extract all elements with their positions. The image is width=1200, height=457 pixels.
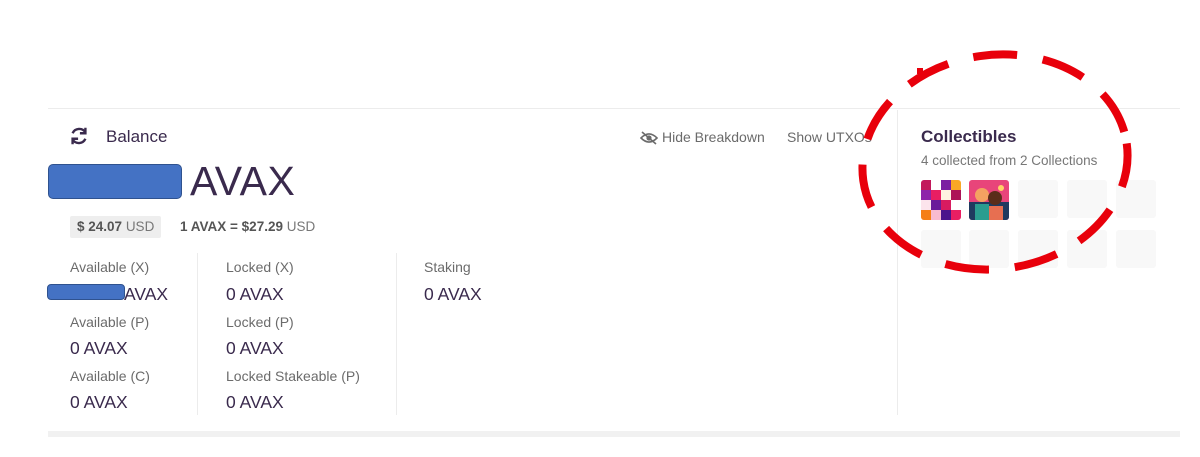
redacted-available-x (47, 284, 125, 300)
collectible-thumbnail[interactable] (921, 180, 961, 220)
locked-x-label: Locked (X) (226, 259, 294, 275)
exchange-rate-left: 1 AVAX = (180, 219, 238, 234)
exchange-rate-unit: USD (286, 219, 316, 234)
exchange-rate-value: $27.29 (241, 219, 283, 234)
exchange-rate: 1 AVAX = $27.29 USD (180, 219, 315, 234)
empty-collectible-slot (1067, 180, 1107, 218)
staking-value: 0 AVAX (424, 284, 482, 304)
portrait-art-icon (969, 180, 1009, 220)
empty-collectible-slot (1116, 230, 1156, 268)
geometric-art-icon (921, 180, 961, 220)
redacted-balance-amount (48, 164, 182, 199)
staking-label: Staking (424, 259, 471, 275)
empty-collectible-slot (1116, 180, 1156, 218)
usd-balance-badge: $ 24.07 USD (70, 216, 162, 238)
refresh-icon[interactable] (68, 125, 90, 147)
locked-p-label: Locked (P) (226, 314, 294, 330)
hide-breakdown-button[interactable]: Hide Breakdown (640, 129, 765, 145)
locked-stakeable-value: 0 AVAX (226, 392, 284, 412)
empty-collectible-slot (969, 230, 1009, 268)
show-utxos-button[interactable]: Show UTXOs (787, 129, 872, 145)
collectibles-divider (897, 110, 898, 415)
available-p-label: Available (P) (70, 314, 150, 330)
eye-slash-icon (640, 131, 658, 145)
empty-collectible-slot (1067, 230, 1107, 268)
available-x-label: Available (X) (70, 259, 150, 275)
available-p-value: 0 AVAX (70, 338, 128, 358)
column-divider (197, 253, 198, 415)
hide-breakdown-label: Hide Breakdown (662, 129, 765, 145)
available-c-label: Available (C) (70, 368, 150, 384)
collectibles-subtitle: 4 collected from 2 Collections (921, 153, 1098, 168)
usd-balance-value: $ 24.07 (77, 219, 123, 234)
collectible-thumbnail[interactable] (969, 180, 1009, 220)
available-c-value: 0 AVAX (70, 392, 128, 412)
available-x-value: AVAX (124, 284, 169, 304)
balance-label: Balance (106, 127, 168, 146)
column-divider (396, 253, 397, 415)
balance-unit: AVAX (190, 158, 296, 204)
empty-collectible-slot (921, 230, 961, 268)
usd-balance-unit: USD (125, 219, 155, 234)
empty-collectible-slot (1018, 180, 1058, 218)
empty-collectible-slot (1018, 230, 1058, 268)
locked-p-value: 0 AVAX (226, 338, 284, 358)
collectibles-title: Collectibles (921, 127, 1017, 146)
locked-x-value: 0 AVAX (226, 284, 284, 304)
locked-stakeable-label: Locked Stakeable (P) (226, 368, 360, 384)
